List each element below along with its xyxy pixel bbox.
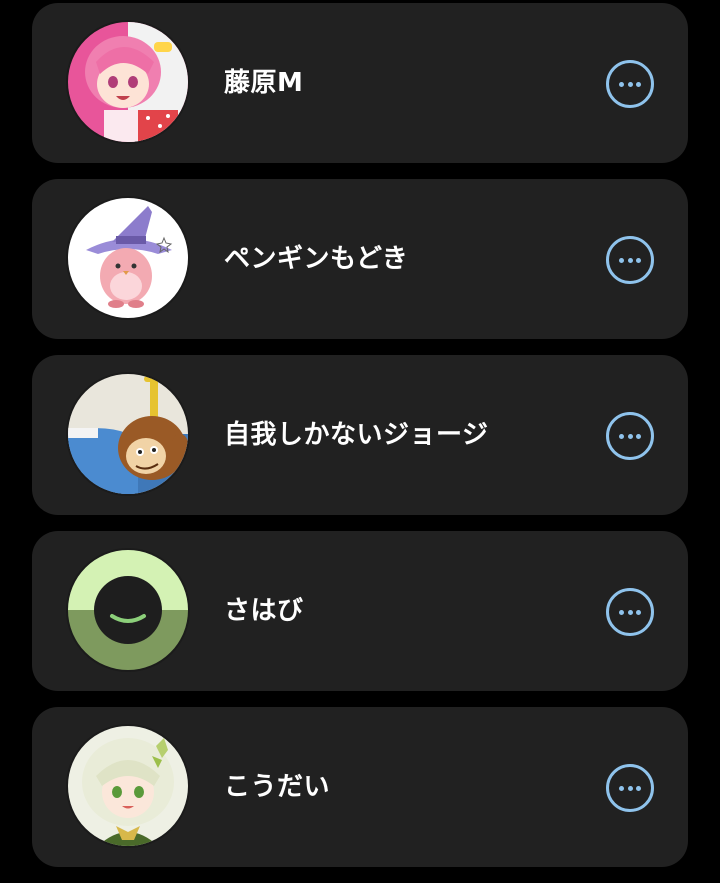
more-options-button[interactable] bbox=[606, 588, 654, 636]
green-smiley-circle-avatar bbox=[68, 550, 188, 670]
contact-card[interactable]: ペンギンもどき bbox=[32, 179, 688, 339]
avatar[interactable] bbox=[66, 548, 190, 672]
more-options-icon bbox=[619, 433, 624, 439]
more-options-icon bbox=[619, 609, 624, 615]
more-options-icon bbox=[619, 81, 624, 87]
more-options-icon bbox=[619, 257, 624, 263]
avatar[interactable] bbox=[66, 372, 190, 496]
contact-name: ペンギンもどき bbox=[224, 244, 409, 274]
avatar[interactable] bbox=[66, 20, 190, 144]
contact-name: 藤原M bbox=[224, 68, 304, 98]
penguin-witch-hat-avatar bbox=[68, 198, 188, 318]
contact-card[interactable]: さはび bbox=[32, 531, 688, 691]
more-options-icon bbox=[619, 785, 624, 791]
contact-list: 藤原M ペンギンもどき 自我しかないジョージ さはび こうだい bbox=[32, 3, 688, 883]
more-options-button[interactable] bbox=[606, 412, 654, 460]
more-options-button[interactable] bbox=[606, 236, 654, 284]
more-options-button[interactable] bbox=[606, 60, 654, 108]
contact-card[interactable]: こうだい bbox=[32, 707, 688, 867]
avatar[interactable] bbox=[66, 724, 190, 848]
contact-card[interactable]: 自我しかないジョージ bbox=[32, 355, 688, 515]
more-options-button[interactable] bbox=[606, 764, 654, 812]
cartoon-monkey-avatar bbox=[68, 374, 188, 494]
contact-name: 自我しかないジョージ bbox=[224, 420, 489, 450]
contact-name: こうだい bbox=[224, 772, 331, 802]
white-haired-anime-girl-avatar bbox=[68, 726, 188, 846]
pink-haired-anime-girl-avatar bbox=[68, 22, 188, 142]
avatar[interactable] bbox=[66, 196, 190, 320]
contact-name: さはび bbox=[224, 596, 304, 626]
contact-card[interactable]: 藤原M bbox=[32, 3, 688, 163]
